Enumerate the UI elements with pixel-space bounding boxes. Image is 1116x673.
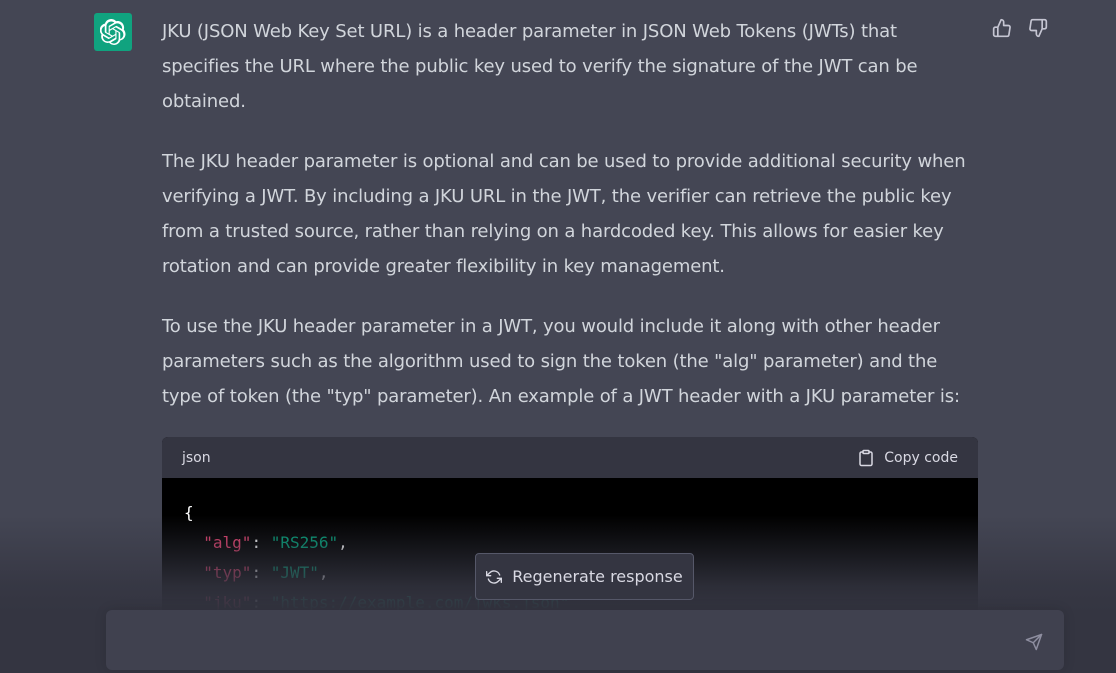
regenerate-response-button[interactable]: Regenerate response xyxy=(475,553,694,600)
code-block: json Copy code { "alg": "RS256", "typ": … xyxy=(162,437,978,637)
message-paragraph: JKU (JSON Web Key Set URL) is a header p… xyxy=(162,21,918,112)
code-key: "typ" xyxy=(203,563,252,582)
thumbs-up-icon xyxy=(992,18,1011,38)
message-paragraph: The JKU header parameter is optional and… xyxy=(162,151,966,277)
thumbs-down-icon xyxy=(1029,18,1048,38)
code-language-label: json xyxy=(182,449,211,466)
message-paragraph: To use the JKU header parameter in a JWT… xyxy=(162,316,960,407)
clipboard-icon xyxy=(859,449,874,466)
prompt-input-container xyxy=(106,610,1064,670)
code-colon: : xyxy=(251,563,271,582)
code-value: "RS256" xyxy=(270,533,339,552)
thumbs-down-button[interactable] xyxy=(1026,16,1050,40)
code-line: "typ": "JWT", xyxy=(184,563,329,582)
assistant-avatar xyxy=(94,13,132,51)
openai-logo-icon xyxy=(100,19,126,45)
prompt-input[interactable] xyxy=(122,628,1002,654)
code-comma: , xyxy=(318,563,329,582)
chat-page: JKU (JSON Web Key Set URL) is a header p… xyxy=(0,0,1116,673)
code-line: "alg": "RS256", xyxy=(184,533,348,552)
code-colon: : xyxy=(251,533,271,552)
send-icon xyxy=(1025,633,1043,651)
code-value: "JWT" xyxy=(270,563,319,582)
copy-code-button[interactable]: Copy code xyxy=(857,449,958,467)
code-key: "alg" xyxy=(203,533,252,552)
regenerate-label: Regenerate response xyxy=(512,567,683,586)
copy-code-label: Copy code xyxy=(884,449,958,466)
code-comma: , xyxy=(338,533,348,552)
assistant-message: JKU (JSON Web Key Set URL) is a header p… xyxy=(162,14,978,439)
refresh-icon xyxy=(486,569,503,584)
thumbs-up-button[interactable] xyxy=(990,16,1014,40)
feedback-buttons xyxy=(990,16,1050,40)
code-block-header: json Copy code xyxy=(162,437,978,478)
code-open-brace: { xyxy=(184,503,194,522)
send-button[interactable] xyxy=(1022,630,1046,654)
